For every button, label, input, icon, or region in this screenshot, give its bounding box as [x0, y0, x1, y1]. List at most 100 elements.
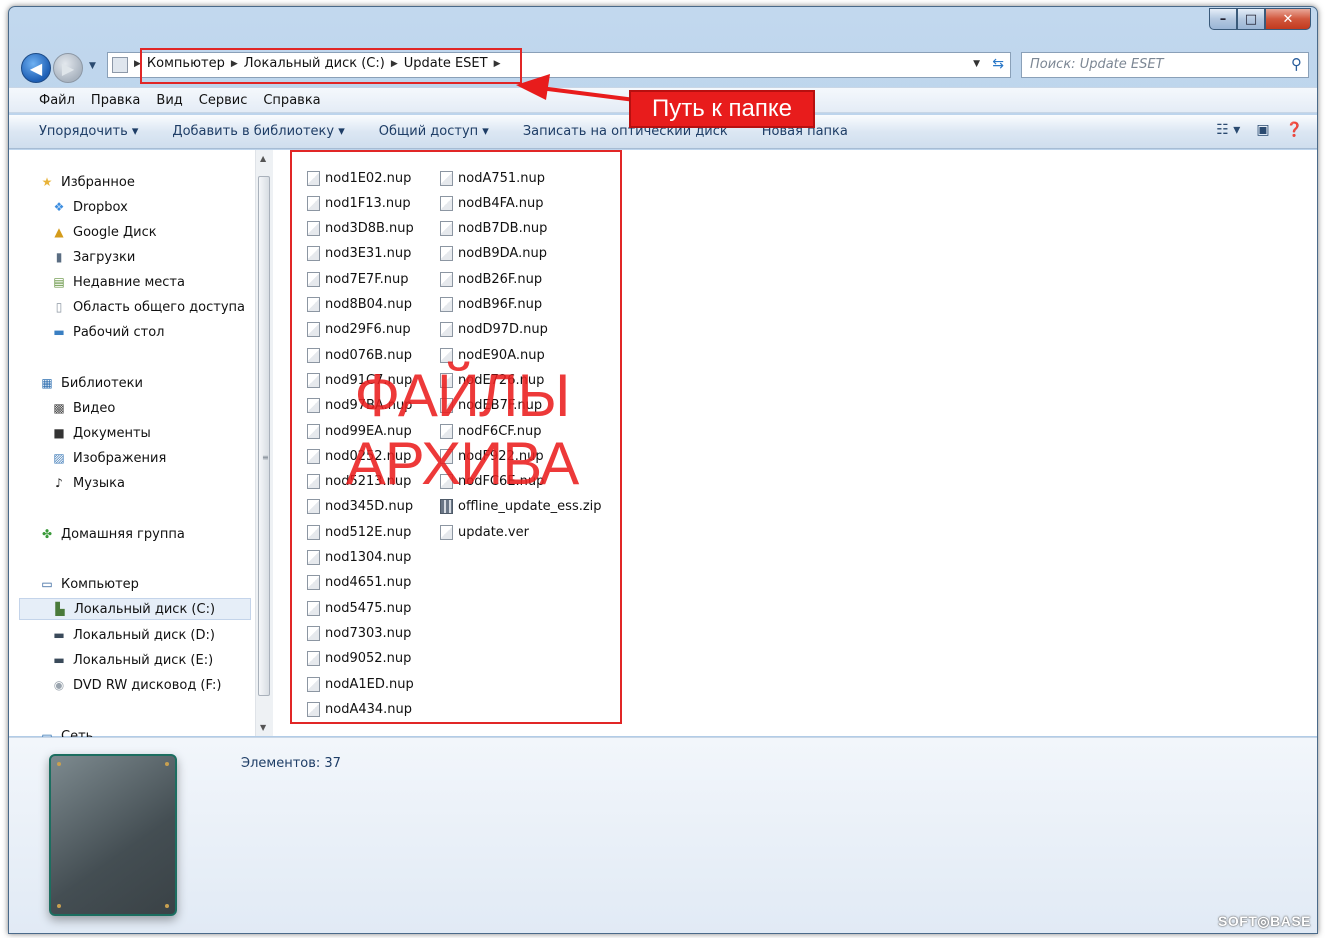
search-placeholder: Поиск: Update ESET	[1030, 57, 1164, 72]
search-input[interactable]: Поиск: Update ESET ⚲	[1021, 52, 1309, 78]
drive-screw	[165, 762, 169, 766]
documents-icon: ■	[53, 426, 65, 440]
share-button[interactable]: Общий доступ ▾	[379, 124, 489, 139]
help-icon: ❓	[1285, 122, 1303, 138]
menu-view[interactable]: Вид	[156, 93, 182, 108]
caption-buttons: – □ ✕	[1209, 8, 1311, 30]
recent-places-icon: ▤	[53, 275, 65, 289]
organize-button[interactable]: Упорядочить ▾	[39, 124, 138, 139]
sidebar-item-label: Google Диск	[73, 224, 157, 240]
google-drive-icon: ▲	[54, 225, 64, 239]
help-button[interactable]: ❓	[1286, 122, 1303, 138]
sidebar-item-label: Изображения	[73, 450, 167, 466]
sidebar-item-label: Локальный диск (C:)	[74, 601, 216, 617]
sidebar-item-label: Рабочий стол	[73, 324, 165, 340]
sidebar-item-label: Видео	[73, 400, 116, 416]
sidebar-item-label: Избранное	[61, 174, 135, 190]
sidebar-item-disk-e[interactable]: ▬ Локальный диск (E:)	[51, 649, 213, 671]
sidebar-item-label: Музыка	[73, 475, 125, 491]
sidebar-item-documents[interactable]: ■ Документы	[51, 422, 150, 444]
sidebar-item-label: Локальный диск (E:)	[73, 652, 214, 668]
sidebar-item-label: Dropbox	[73, 199, 128, 215]
downloads-icon: ▮	[55, 250, 63, 264]
sidebar-item-recent-places[interactable]: ▤ Недавние места	[51, 271, 185, 293]
drive-icon: ▬	[53, 653, 65, 667]
view-options-button[interactable]: ☷ ▾	[1216, 122, 1240, 138]
maximize-button[interactable]: □	[1237, 8, 1265, 30]
sidebar-computer[interactable]: ▭ Компьютер	[39, 573, 139, 595]
path-callout-label: Путь к папке	[629, 90, 815, 128]
details-pane: Элементов: 37 SOFT◎BASE	[9, 737, 1317, 933]
desktop-icon: ▬	[53, 325, 65, 339]
arrow-right-icon: ▶	[61, 58, 75, 78]
drive-screw	[57, 904, 61, 908]
menu-help[interactable]: Справка	[263, 93, 320, 108]
chevron-down-icon: ▼	[89, 61, 96, 71]
sidebar-favorites[interactable]: ★ Избранное	[39, 171, 135, 193]
sidebar-item-label: Область общего доступа	[73, 299, 245, 315]
watermark-logo: SOFT◎BASE	[1218, 913, 1311, 929]
arrow-left-icon: ◀	[29, 58, 43, 78]
menu-file[interactable]: Файл	[39, 93, 75, 108]
close-button[interactable]: ✕	[1265, 8, 1311, 30]
grip-icon: ≡	[262, 453, 269, 462]
minimize-button[interactable]: –	[1209, 8, 1237, 30]
homegroup-icon: ✤	[41, 527, 53, 541]
add-to-library-button[interactable]: Добавить в библиотеку ▾	[172, 124, 344, 139]
drive-icon: ▬	[53, 628, 65, 642]
sidebar-item-dropbox[interactable]: ❖ Dropbox	[51, 196, 128, 218]
sidebar-item-downloads[interactable]: ▮ Загрузки	[51, 246, 136, 268]
library-icon: ▦	[41, 376, 53, 390]
drive-screw	[165, 904, 169, 908]
path-highlight-box	[140, 48, 522, 84]
sidebar-item-label: Библиотеки	[61, 375, 143, 391]
refresh-button[interactable]: ⇆	[992, 56, 1004, 72]
sidebar-item-video[interactable]: ▩ Видео	[51, 397, 115, 419]
navigation-pane: ★ Избранное ❖ Dropbox ▲ Google Диск ▮ Загруз…	[9, 150, 255, 744]
sidebar-item-public[interactable]: ▯ Область общего доступа	[51, 296, 245, 318]
sidebar-item-desktop[interactable]: ▬ Рабочий стол	[51, 321, 164, 343]
navigation-scrollbar[interactable]: ▲ ≡ ▼	[255, 150, 273, 736]
sidebar-item-label: Локальный диск (D:)	[73, 627, 215, 643]
music-icon: ♪	[55, 476, 63, 490]
scroll-down-icon[interactable]: ▼	[260, 723, 266, 732]
archive-files-label-line2: АРХИВА	[345, 430, 580, 497]
sidebar-item-dvd-f[interactable]: ◉ DVD RW дисковод (F:)	[51, 674, 222, 696]
star-icon: ★	[41, 175, 53, 189]
search-icon[interactable]: ⚲	[1291, 55, 1302, 73]
document-icon: ▯	[55, 300, 63, 314]
preview-pane-button[interactable]: ▣	[1256, 122, 1269, 138]
back-button[interactable]: ◀	[21, 53, 51, 83]
sidebar-item-label: Компьютер	[61, 576, 139, 592]
sidebar-libraries[interactable]: ▦ Библиотеки	[39, 372, 143, 394]
refresh-icon: ⇆	[992, 56, 1004, 72]
forward-button[interactable]: ▶	[53, 53, 83, 83]
sidebar-item-music[interactable]: ♪ Музыка	[51, 472, 125, 494]
preview-pane-icon: ▣	[1256, 122, 1270, 138]
grid-view-icon: ☷	[1216, 122, 1229, 138]
sidebar-item-label: Недавние места	[73, 274, 185, 290]
scroll-up-icon[interactable]: ▲	[260, 154, 266, 163]
explorer-window: – □ ✕ ◀ ▶ ▼ ▶ Компьютер ▶ Локальный диск…	[8, 6, 1318, 934]
sidebar-homegroup[interactable]: ✤ Домашняя группа	[39, 523, 185, 545]
sidebar-item-label: Домашняя группа	[61, 526, 185, 542]
sidebar-item-google-drive[interactable]: ▲ Google Диск	[51, 221, 157, 243]
dvd-drive-icon: ◉	[53, 678, 65, 692]
pictures-icon: ▨	[53, 451, 65, 465]
recent-pages-dropdown[interactable]: ▼	[89, 61, 96, 71]
callout-arrow	[516, 74, 636, 102]
address-history-dropdown[interactable]: ▼	[973, 59, 980, 69]
sidebar-item-pictures[interactable]: ▨ Изображения	[51, 447, 166, 469]
menu-edit[interactable]: Правка	[91, 93, 140, 108]
sidebar-item-disk-c[interactable]: ▙ Локальный диск (C:)	[19, 598, 251, 620]
sidebar-item-label: DVD RW дисковод (F:)	[73, 677, 222, 693]
menu-tools[interactable]: Сервис	[199, 93, 248, 108]
system-drive-icon: ▙	[55, 602, 65, 616]
dropbox-icon: ❖	[53, 200, 65, 214]
scroll-thumb[interactable]: ≡	[258, 176, 270, 696]
video-icon: ▩	[53, 401, 65, 415]
view-controls: ☷ ▾ ▣ ❓	[1216, 122, 1303, 138]
computer-icon: ▭	[41, 577, 53, 591]
sidebar-item-disk-d[interactable]: ▬ Локальный диск (D:)	[51, 624, 215, 646]
hard-drive-icon	[49, 754, 177, 916]
